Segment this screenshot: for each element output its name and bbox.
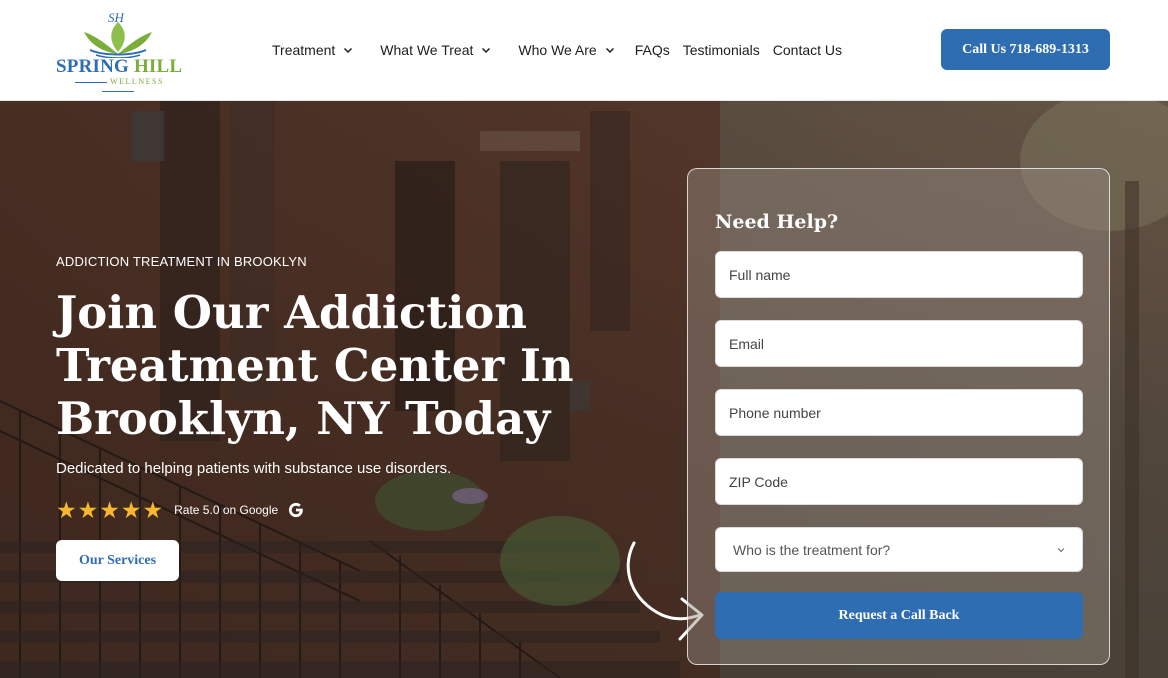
logo[interactable]: SH SPRING HILL WELLNESS — [56, 10, 183, 88]
rating-text: Rate 5.0 on Google — [174, 503, 279, 517]
nav-item-label: Testimonials — [682, 42, 760, 58]
star-icon: ★ — [120, 497, 142, 523]
star-icon: ★ — [142, 497, 164, 523]
our-services-button[interactable]: Our Services — [56, 540, 179, 581]
logo-wordmark: SPRING HILL — [56, 56, 183, 78]
star-icon: ★ — [56, 497, 77, 523]
zip-code-input[interactable] — [715, 458, 1083, 505]
google-rating: ★ ★ ★ ★ ★ Rate 5.0 on Google — [56, 497, 306, 523]
logo-tagline: WELLNESS — [56, 77, 180, 95]
full-name-input[interactable] — [715, 251, 1083, 298]
nav-item-label: What We Treat — [380, 42, 474, 58]
hero-eyebrow: ADDICTION TREATMENT IN BROOKLYN — [56, 254, 307, 269]
nav-item-faqs[interactable]: FAQs — [635, 42, 670, 58]
email-input[interactable] — [715, 320, 1083, 367]
phone-input[interactable] — [715, 389, 1083, 436]
treatment-for-select[interactable]: Who is the treatment for? — [715, 527, 1083, 572]
star-rating: ★ ★ ★ ★ ★ — [56, 497, 164, 523]
nav-item-what-we-treat[interactable]: What We Treat — [380, 42, 491, 58]
site-header: SH SPRING HILL WELLNESS Treatment What W… — [0, 0, 1168, 101]
call-us-button[interactable]: Call Us 718-689-1313 — [941, 29, 1110, 70]
nav-item-testimonials[interactable]: Testimonials — [683, 42, 760, 58]
chevron-down-icon — [482, 47, 491, 54]
main-nav: Treatment What We Treat Who We Are FAQs … — [272, 40, 842, 60]
star-icon: ★ — [77, 497, 99, 523]
logo-monogram: SH — [108, 10, 124, 25]
nav-item-treatment[interactable]: Treatment — [272, 42, 353, 58]
google-icon — [289, 502, 304, 518]
nav-item-who-we-are[interactable]: Who We Are — [518, 42, 614, 58]
chevron-down-icon — [344, 47, 353, 54]
hero-subtitle: Dedicated to helping patients with subst… — [56, 460, 452, 477]
chevron-down-icon — [1057, 547, 1065, 552]
nav-item-contact-us[interactable]: Contact Us — [773, 42, 842, 58]
callback-form: Need Help? Who is the treatment for? Req… — [687, 168, 1110, 665]
request-callback-button[interactable]: Request a Call Back — [715, 592, 1083, 639]
nav-item-label: Treatment — [272, 42, 336, 58]
nav-item-label: Contact Us — [772, 42, 843, 58]
chevron-down-icon — [605, 47, 614, 54]
hero-section: ADDICTION TREATMENT IN BROOKLYN Join Our… — [0, 101, 1168, 678]
hero-title: Join Our Addiction Treatment Center In B… — [56, 286, 574, 445]
logo-name-part1: SPRING — [56, 56, 129, 77]
nav-item-label: FAQs — [634, 42, 670, 58]
form-title: Need Help? — [715, 211, 839, 233]
nav-item-label: Who We Are — [518, 42, 597, 58]
star-icon: ★ — [99, 497, 120, 523]
select-placeholder: Who is the treatment for? — [733, 541, 891, 558]
logo-name-part2: HILL — [133, 56, 183, 77]
